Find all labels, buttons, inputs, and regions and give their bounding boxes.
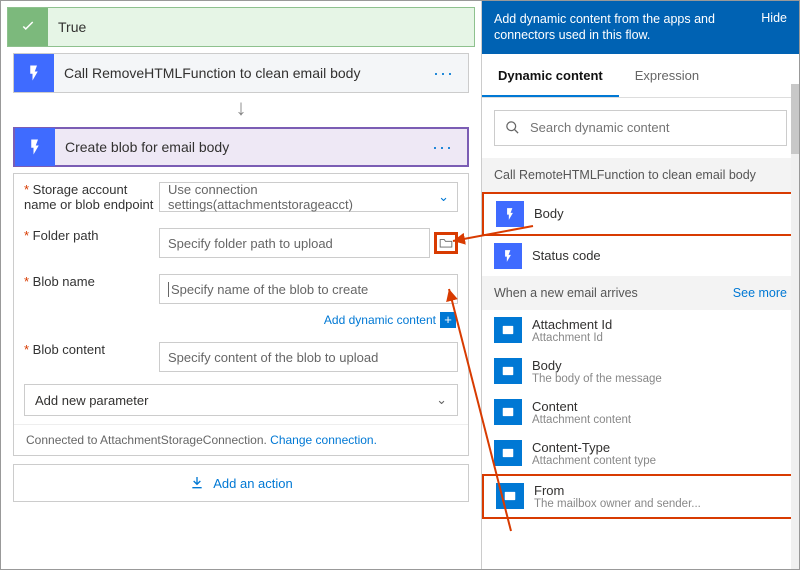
dc-item-label: Content-Type: [532, 440, 656, 455]
outlook-icon: [496, 483, 524, 509]
folder-label: Folder path: [24, 228, 159, 243]
panel-scrollbar[interactable]: [791, 84, 799, 569]
add-parameter-select[interactable]: Add new parameter ⌄: [24, 384, 458, 416]
blobname-placeholder: Specify name of the blob to create: [168, 282, 368, 297]
section-header-new-email: When a new email arrives See more: [482, 276, 799, 310]
dc-item-label: Body: [534, 206, 564, 221]
add-action-label: Add an action: [213, 476, 293, 491]
lightning-icon: [15, 128, 55, 166]
tab-dynamic-content[interactable]: Dynamic content: [482, 54, 619, 97]
search-dynamic-content[interactable]: [494, 110, 787, 146]
content-label: Blob content: [24, 342, 159, 357]
section-header-remote-fn: Call RemoteHTMLFunction to clean email b…: [482, 158, 799, 192]
dc-item-email-body[interactable]: BodyThe body of the message: [482, 351, 799, 392]
add-parameter-label: Add new parameter: [35, 393, 148, 408]
content-placeholder: Specify content of the blob to upload: [168, 350, 378, 365]
hide-panel-button[interactable]: Hide: [761, 11, 787, 44]
blobname-label: Blob name: [24, 274, 159, 289]
folder-input[interactable]: Specify folder path to upload: [159, 228, 430, 258]
condition-true-header[interactable]: True: [7, 7, 475, 47]
step-call-title: Call RemoveHTMLFunction to clean email b…: [54, 65, 419, 81]
add-step-icon: [189, 475, 205, 491]
folder-placeholder: Specify folder path to upload: [168, 236, 333, 251]
dc-item-label: Status code: [532, 248, 601, 263]
see-more-link[interactable]: See more: [733, 286, 787, 300]
lightning-icon: [494, 243, 522, 269]
tab-expression[interactable]: Expression: [619, 54, 715, 97]
dc-item-label: From: [534, 483, 701, 498]
flow-arrow-down-icon: ↓: [1, 95, 481, 121]
change-connection-link[interactable]: Change connection.: [270, 433, 377, 447]
step-more-icon[interactable]: ···: [418, 137, 467, 158]
step-more-icon[interactable]: ···: [419, 63, 468, 84]
add-action-button[interactable]: Add an action: [13, 464, 469, 502]
connection-info: Connected to AttachmentStorageConnection…: [14, 424, 468, 455]
step-call-removehtml[interactable]: Call RemoveHTMLFunction to clean email b…: [13, 53, 469, 93]
dc-item-attachment-id[interactable]: Attachment IdAttachment Id: [482, 310, 799, 351]
outlook-icon: [494, 399, 522, 425]
lightning-icon: [496, 201, 524, 227]
storage-select[interactable]: Use connection settings(attachmentstorag…: [159, 182, 458, 212]
lightning-icon: [14, 54, 54, 92]
dc-item-body[interactable]: Body: [482, 192, 799, 236]
condition-label: True: [48, 19, 86, 35]
search-input[interactable]: [530, 120, 776, 135]
storage-value: Use connection settings(attachmentstorag…: [168, 182, 438, 212]
folder-picker-icon[interactable]: [434, 232, 458, 254]
dc-item-label: Content: [532, 399, 631, 414]
plus-icon: +: [440, 312, 456, 328]
dc-item-label: Attachment Id: [532, 317, 612, 332]
outlook-icon: [494, 440, 522, 466]
blobname-input[interactable]: Specify name of the blob to create: [159, 274, 458, 304]
step-create-blob[interactable]: Create blob for email body ···: [13, 127, 469, 167]
dc-item-content-type[interactable]: Content-TypeAttachment content type: [482, 433, 799, 474]
dc-item-from[interactable]: FromThe mailbox owner and sender...: [482, 474, 799, 519]
check-icon: [8, 8, 48, 46]
storage-label: Storage account name or blob endpoint: [24, 182, 159, 212]
panel-tabs: Dynamic content Expression: [482, 54, 799, 98]
add-dynamic-content-link[interactable]: Add dynamic content+: [14, 312, 468, 334]
chevron-down-icon: ⌄: [438, 189, 449, 205]
panel-header: Add dynamic content from the apps and co…: [482, 1, 799, 54]
dynamic-content-panel: Add dynamic content from the apps and co…: [481, 1, 799, 569]
step-create-title: Create blob for email body: [55, 139, 418, 155]
content-input[interactable]: Specify content of the blob to upload: [159, 342, 458, 372]
search-icon: [505, 120, 520, 135]
dc-item-status-code[interactable]: Status code: [482, 236, 799, 276]
dc-item-label: Body: [532, 358, 662, 373]
dc-item-content[interactable]: ContentAttachment content: [482, 392, 799, 433]
chevron-down-icon: ⌄: [436, 392, 447, 408]
create-blob-form: Storage account name or blob endpoint Us…: [13, 173, 469, 456]
outlook-icon: [494, 317, 522, 343]
outlook-icon: [494, 358, 522, 384]
